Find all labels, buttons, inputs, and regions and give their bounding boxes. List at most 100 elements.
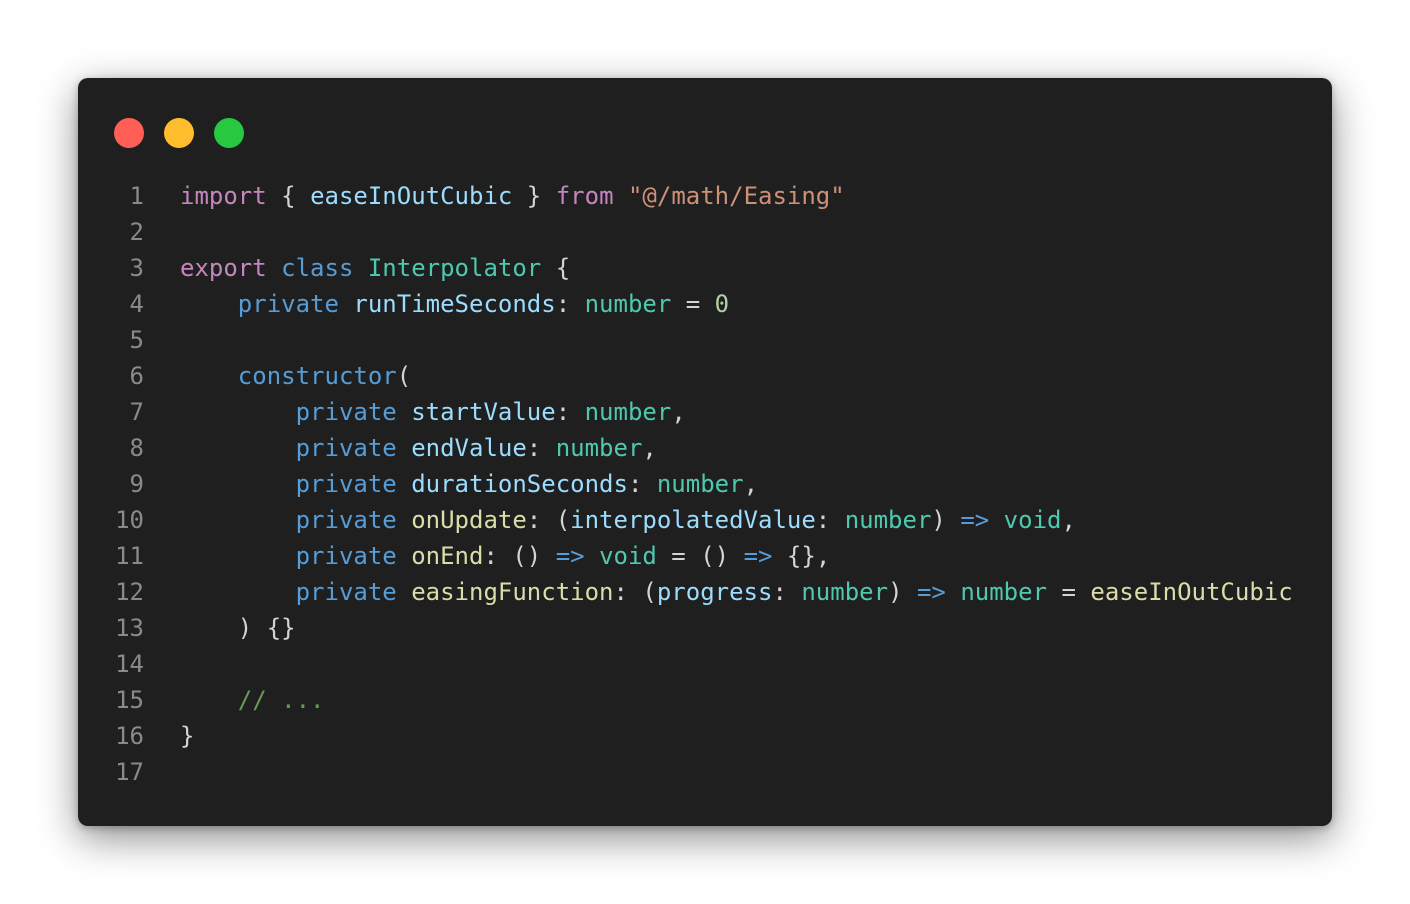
code-token: // ... — [237, 686, 325, 714]
code-token: : — [555, 290, 585, 318]
code-token: ) {} — [180, 614, 296, 642]
code-token: = — [671, 290, 715, 318]
line-source: private onEnd: () => void = () => {}, — [180, 538, 831, 574]
code-token: private — [295, 578, 397, 606]
minimize-button[interactable] — [164, 118, 194, 148]
code-token: import — [180, 182, 267, 210]
code-token: : — [815, 506, 845, 534]
code-token: } — [180, 722, 195, 750]
code-line: 1 import { easeInOutCubic } from "@/math/… — [78, 178, 1332, 214]
code-token: = — [1047, 578, 1091, 606]
close-button[interactable] — [114, 118, 144, 148]
code-token: : — [772, 578, 802, 606]
code-token: ) — [931, 506, 961, 534]
code-token: : — [555, 398, 585, 426]
line-source: private easingFunction: (progress: numbe… — [180, 574, 1293, 610]
code-token: , — [743, 470, 759, 498]
code-token: interpolatedValue — [570, 506, 816, 534]
code-token: private — [295, 542, 397, 570]
code-token: startValue — [411, 398, 556, 426]
line-source: private onUpdate: (interpolatedValue: nu… — [180, 502, 1076, 538]
line-source: constructor( — [180, 358, 411, 394]
code-token: , — [642, 434, 657, 462]
line-number: 10 — [115, 506, 144, 534]
code-token: : — [627, 470, 657, 498]
code-token: , — [671, 398, 686, 426]
code-token: 0 — [714, 290, 730, 318]
code-token: { — [541, 254, 571, 282]
code-line: 3 export class Interpolator { — [78, 250, 1332, 286]
code-token: number — [960, 578, 1048, 606]
code-token: constructor — [237, 362, 397, 390]
line-number: 14 — [115, 650, 144, 678]
line-number: 1 — [129, 182, 144, 210]
line-number: 4 — [129, 290, 144, 318]
code-line: 13 ) {} — [78, 610, 1332, 646]
code-token: progress — [656, 578, 773, 606]
line-source: // ... — [180, 682, 325, 718]
code-token: private — [295, 434, 397, 462]
code-token: "@/math/Easing" — [627, 182, 845, 210]
code-token: easingFunction — [411, 578, 614, 606]
line-source: private startValue: number, — [180, 394, 686, 430]
line-number: 3 — [129, 254, 144, 282]
line-number: 15 — [115, 686, 144, 714]
line-number: 6 — [129, 362, 144, 390]
code-token: ( — [396, 362, 412, 390]
maximize-button[interactable] — [214, 118, 244, 148]
code-token: = () — [656, 542, 744, 570]
code-token: { — [266, 182, 311, 210]
code-token: ) — [888, 578, 917, 606]
code-line: 17 — [78, 754, 1332, 790]
code-token: private — [295, 398, 397, 426]
code-token: , — [1061, 506, 1076, 534]
line-source: } — [180, 718, 194, 754]
code-token: number — [555, 434, 643, 462]
code-line: 14 — [78, 646, 1332, 682]
code-window: 1 import { easeInOutCubic } from "@/math/… — [78, 78, 1332, 826]
code-line: 7 private startValue: number, — [78, 394, 1332, 430]
code-token: : () — [483, 542, 556, 570]
code-token: easeInOutCubic — [1090, 578, 1293, 606]
code-token: class — [281, 254, 354, 282]
code-token: number — [584, 290, 672, 318]
code-line: 16} — [78, 718, 1332, 754]
code-token: void — [599, 542, 657, 570]
line-number: 8 — [129, 434, 144, 462]
line-source: private endValue: number, — [180, 430, 657, 466]
line-number: 17 — [115, 758, 144, 786]
code-token: easeInOutCubic — [310, 182, 513, 210]
code-token: number — [801, 578, 889, 606]
code-token: from — [555, 182, 614, 210]
code-token: number — [844, 506, 932, 534]
line-number: 7 — [129, 398, 144, 426]
code-token: Interpolator — [367, 254, 542, 282]
line-number: 9 — [129, 470, 144, 498]
code-line: 8 private endValue: number, — [78, 430, 1332, 466]
code-line: 6 constructor( — [78, 358, 1332, 394]
code-token: : — [526, 434, 556, 462]
code-token: durationSeconds — [411, 470, 628, 498]
code-token: private — [237, 290, 339, 318]
code-line: 11 private onEnd: () => void = () => {}, — [78, 538, 1332, 574]
code-line: 15 // ... — [78, 682, 1332, 718]
code-token: => — [960, 506, 990, 534]
